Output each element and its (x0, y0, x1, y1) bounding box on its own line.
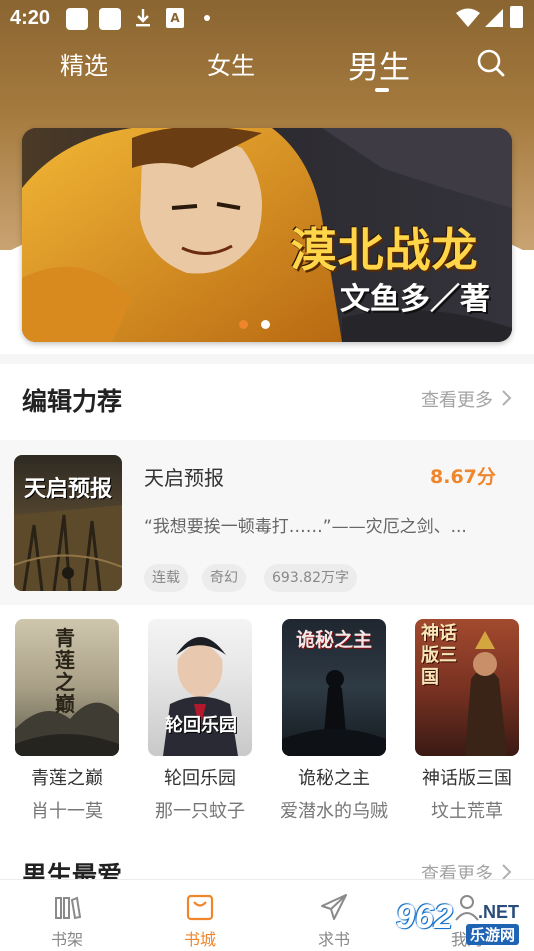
featured-book-description: “我想要挨一顿毒打……”——灾厄之剑、... (144, 517, 467, 537)
book-title: 轮回乐园 (164, 768, 236, 789)
book-title: 神话版三国 (422, 768, 512, 789)
book-cover-title: 神话版三国 (421, 623, 457, 688)
banner-title: 漠北战龙 (290, 223, 479, 277)
notification-square-icon (66, 8, 88, 30)
bookstore-bag-icon (186, 894, 214, 921)
book-cover: 神话版三国 (415, 619, 519, 756)
cell-signal-icon (485, 9, 503, 27)
nav-request-book[interactable]: 求书 (284, 880, 384, 951)
featured-book-card[interactable]: 天启预报 天启预报 8.67分 “我想要挨一顿毒打……”——灾厄之剑、... 连… (0, 440, 534, 605)
book-title: 诡秘之主 (298, 768, 370, 789)
nav-request-book-label: 求书 (317, 930, 350, 949)
section-divider (0, 354, 534, 364)
tab-female[interactable]: 女生 (207, 46, 255, 81)
editor-picks-title: 编辑力荐 (22, 387, 123, 416)
book-cover: 轮回乐园 (148, 619, 252, 756)
book-author: 爱潜水的乌贼 (280, 801, 388, 822)
nav-bookshelf-label: 书架 (50, 930, 83, 949)
book-cover-title: 轮回乐园 (165, 715, 237, 736)
site-watermark-logo: 962 .NET 乐游网 (396, 898, 532, 946)
more-notifications-dot-icon (204, 15, 210, 21)
banner-dot-active (239, 320, 248, 329)
notification-square-icon (99, 8, 121, 30)
status-time: 4:20 (10, 7, 51, 29)
nav-bookshelf[interactable]: 书架 (17, 880, 117, 951)
nav-bookstore[interactable]: 书城 (150, 880, 250, 951)
book-cover-title: 青莲之巅 (55, 626, 75, 716)
book-author: 那一只蚊子 (155, 801, 245, 822)
promo-banner[interactable]: 漠北战龙 文鱼多／著 (22, 128, 512, 342)
featured-book-cover: 天启预报 (14, 455, 122, 591)
book-author: 坟土荒草 (431, 801, 503, 822)
watermark-suffix: .NET (478, 902, 520, 922)
category-tabs: 精选 女生 男生 (0, 42, 534, 92)
wifi-icon (456, 8, 480, 27)
chevron-right-icon[interactable] (500, 389, 514, 407)
book-cover: 青莲之巅 (15, 619, 119, 756)
search-icon[interactable] (476, 48, 506, 78)
book-title: 青莲之巅 (31, 768, 103, 789)
battery-icon (510, 6, 523, 28)
paper-plane-icon (321, 894, 347, 920)
book-author: 肖十一莫 (31, 801, 103, 822)
app-screen: 4:20 A 精选 女生 男生 漠北战龙 文鱼多／著 编辑力荐 查看更多 天启预… (0, 0, 534, 951)
featured-book-score: 8.67分 (430, 466, 496, 488)
app-notification-icon: A (166, 8, 184, 28)
status-badge: 连载 (144, 564, 188, 592)
featured-book-name: 天启预报 (144, 466, 224, 490)
nav-bookstore-label: 书城 (183, 930, 216, 949)
banner-dot (261, 320, 270, 329)
bookshelf-icon (55, 896, 82, 920)
tab-male[interactable]: 男生 (348, 42, 410, 87)
watermark-number: 962 (396, 898, 453, 936)
tab-featured[interactable]: 精选 (60, 46, 108, 81)
book-cover: 诡秘之主 (282, 619, 386, 756)
watermark-site-name: 乐游网 (466, 924, 520, 945)
word-count-badge: 693.82万字 (264, 564, 357, 592)
download-icon (136, 9, 150, 27)
featured-cover-title: 天启预报 (23, 476, 112, 502)
genre-badge: 奇幻 (202, 564, 246, 592)
book-cover-title: 诡秘之主 (295, 629, 372, 651)
active-tab-indicator (375, 88, 389, 92)
status-bar: 4:20 A (0, 0, 534, 36)
editor-picks-more-link[interactable]: 查看更多 (421, 386, 493, 412)
banner-author: 文鱼多／著 (340, 282, 490, 317)
